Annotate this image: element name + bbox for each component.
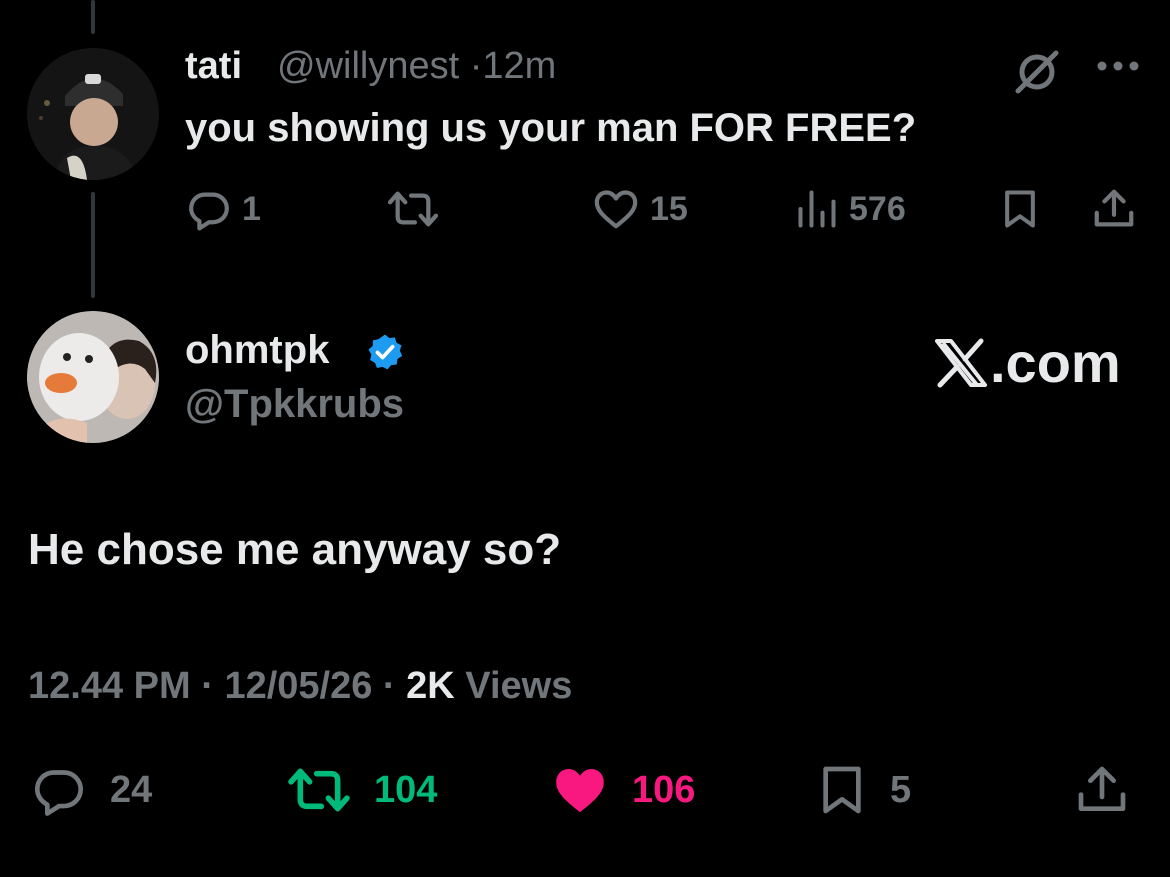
- parent-handle-time: @willynest ·12m: [277, 45, 556, 88]
- parent-views-button[interactable]: 576: [795, 186, 906, 232]
- parent-repost-button[interactable]: [385, 186, 441, 232]
- reply-icon: [34, 770, 84, 816]
- share-icon: [1094, 189, 1134, 227]
- repost-icon: [288, 768, 350, 812]
- parent-bookmark-button[interactable]: [998, 186, 1042, 232]
- main-bookmark-button[interactable]: 5: [814, 762, 911, 818]
- bookmark-icon: [823, 766, 861, 814]
- watermark: .com: [934, 330, 1121, 395]
- parent-display-name[interactable]: tati: [185, 45, 242, 88]
- like-icon: [594, 190, 638, 229]
- avatar-tati[interactable]: [27, 48, 159, 180]
- like-filled-icon: [556, 769, 604, 813]
- parent-time[interactable]: 12m: [482, 45, 556, 87]
- main-repost-count: 104: [374, 768, 438, 811]
- main-handle[interactable]: @Tpkkrubs: [185, 382, 404, 427]
- main-display-name[interactable]: ohmtpk: [185, 328, 329, 373]
- views-icon: [798, 190, 836, 228]
- tweet-time[interactable]: 12.44 PM: [28, 665, 191, 707]
- watermark-text: .com: [990, 331, 1121, 394]
- avatar-ohmtpk[interactable]: [27, 311, 159, 443]
- avatar-photo-icon: [27, 48, 159, 180]
- parent-view-count: 576: [849, 189, 906, 228]
- parent-reply-count: 1: [242, 189, 261, 228]
- repost-icon: [387, 191, 439, 227]
- thread-line: [91, 192, 95, 298]
- parent-reply-button[interactable]: 1: [186, 186, 261, 232]
- tweet-date[interactable]: 12/05/26: [224, 665, 372, 707]
- share-icon: [1078, 766, 1126, 811]
- main-repost-button[interactable]: 104: [284, 762, 437, 818]
- hidden-reply-icon[interactable]: [1012, 47, 1062, 102]
- parent-like-button[interactable]: 15: [592, 186, 688, 232]
- main-bookmark-count: 5: [890, 768, 912, 811]
- tweet-timestamp: 12.44 PM · 12/05/26 · 2K Views: [28, 665, 572, 708]
- more-options-icon[interactable]: [1096, 59, 1140, 78]
- reply-icon: [189, 192, 229, 231]
- parent-like-count: 15: [650, 189, 688, 228]
- main-like-button[interactable]: 106: [548, 762, 695, 818]
- x-logo-icon: [935, 338, 987, 387]
- main-like-count: 106: [632, 768, 696, 811]
- main-tweet-text: He chose me anyway so?: [28, 525, 562, 574]
- parent-handle[interactable]: @willynest: [277, 45, 459, 87]
- timestamp-separator: ·: [382, 665, 396, 707]
- main-reply-count: 24: [110, 768, 153, 811]
- bookmark-icon: [1005, 190, 1035, 228]
- main-reply-button[interactable]: 24: [28, 762, 152, 818]
- avatar-photo-icon: [27, 311, 159, 443]
- meta-separator: ·: [469, 45, 483, 87]
- views-label: Views: [465, 665, 573, 707]
- views-count: 2K: [406, 665, 455, 707]
- thread-line-top: [91, 0, 95, 34]
- main-share-button[interactable]: [1072, 762, 1132, 818]
- parent-tweet-text: you showing us your man FOR FREE?: [185, 106, 917, 150]
- parent-share-button[interactable]: [1090, 186, 1138, 232]
- verified-badge-icon: [365, 332, 405, 377]
- timestamp-separator: ·: [201, 665, 214, 707]
